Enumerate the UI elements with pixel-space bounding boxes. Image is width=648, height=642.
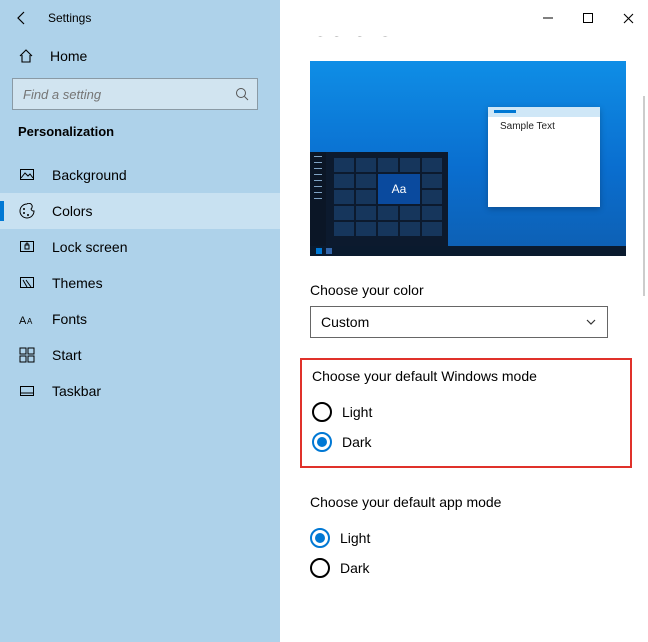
- color-preview: Sample Text Aa: [310, 61, 626, 256]
- titlebar: Settings: [0, 0, 280, 36]
- main-content: Colors Sample Text Aa: [280, 0, 648, 642]
- chevron-down-icon: [585, 316, 597, 328]
- sidebar-group-title: Personalization: [0, 124, 280, 157]
- sidebar-home-label: Home: [50, 48, 87, 64]
- sidebar-item-taskbar[interactable]: Taskbar: [0, 373, 280, 409]
- background-icon: [18, 167, 36, 183]
- radio-icon: [310, 528, 330, 548]
- close-button[interactable]: [608, 3, 648, 33]
- choose-color-label: Choose your color: [310, 282, 630, 298]
- maximize-button[interactable]: [568, 3, 608, 33]
- home-icon: [18, 48, 34, 64]
- sidebar: Home Personalization Background Colors Loc…: [0, 0, 280, 642]
- option-label: Light: [342, 404, 372, 420]
- taskbar-icon: [18, 383, 36, 399]
- fonts-icon: AA: [18, 311, 36, 327]
- windows-mode-label: Choose your default Windows mode: [312, 368, 602, 384]
- windows-mode-option-dark[interactable]: Dark: [312, 432, 602, 452]
- sidebar-item-fonts[interactable]: AA Fonts: [0, 301, 280, 337]
- back-button[interactable]: [8, 10, 36, 26]
- sidebar-nav: Background Colors Lock screen Themes AA Fonts…: [0, 157, 280, 409]
- choose-color-dropdown[interactable]: Custom: [310, 306, 608, 338]
- minimize-button[interactable]: [528, 3, 568, 33]
- sidebar-item-label: Background: [52, 167, 127, 183]
- svg-text:A: A: [27, 317, 33, 326]
- search-field[interactable]: [13, 87, 227, 102]
- search-input[interactable]: [12, 78, 258, 110]
- sidebar-item-background[interactable]: Background: [0, 157, 280, 193]
- scrollbar[interactable]: [643, 96, 645, 296]
- windows-mode-option-light[interactable]: Light: [312, 402, 602, 422]
- sidebar-item-label: Themes: [52, 275, 103, 291]
- sidebar-item-start[interactable]: Start: [0, 337, 280, 373]
- radio-icon: [312, 432, 332, 452]
- sidebar-item-colors[interactable]: Colors: [0, 193, 280, 229]
- option-label: Light: [340, 530, 370, 546]
- radio-icon: [310, 558, 330, 578]
- preview-accent-tile: Aa: [378, 174, 420, 204]
- preview-start: Aa: [310, 152, 448, 256]
- lockscreen-icon: [18, 239, 36, 255]
- app-mode-option-dark[interactable]: Dark: [310, 558, 630, 578]
- choose-color-value: Custom: [321, 314, 369, 330]
- sidebar-item-label: Taskbar: [52, 383, 101, 399]
- sidebar-item-label: Fonts: [52, 311, 87, 327]
- themes-icon: [18, 275, 36, 291]
- sidebar-item-label: Colors: [52, 203, 92, 219]
- sidebar-item-lock-screen[interactable]: Lock screen: [0, 229, 280, 265]
- window-title: Settings: [48, 11, 91, 25]
- start-icon: [18, 347, 36, 363]
- search-icon: [227, 87, 257, 101]
- svg-text:A: A: [19, 315, 27, 327]
- app-mode-option-light[interactable]: Light: [310, 528, 630, 548]
- sidebar-home[interactable]: Home: [0, 38, 280, 72]
- option-label: Dark: [342, 434, 372, 450]
- radio-icon: [312, 402, 332, 422]
- sidebar-item-label: Start: [52, 347, 82, 363]
- preview-window: Sample Text: [488, 107, 600, 207]
- sidebar-item-themes[interactable]: Themes: [0, 265, 280, 301]
- sidebar-item-label: Lock screen: [52, 239, 127, 255]
- colors-icon: [18, 203, 36, 219]
- preview-sample-text: Sample Text: [500, 121, 555, 132]
- option-label: Dark: [340, 560, 370, 576]
- app-mode-label: Choose your default app mode: [310, 494, 630, 510]
- windows-mode-highlight: Choose your default Windows mode Light Da…: [300, 358, 632, 468]
